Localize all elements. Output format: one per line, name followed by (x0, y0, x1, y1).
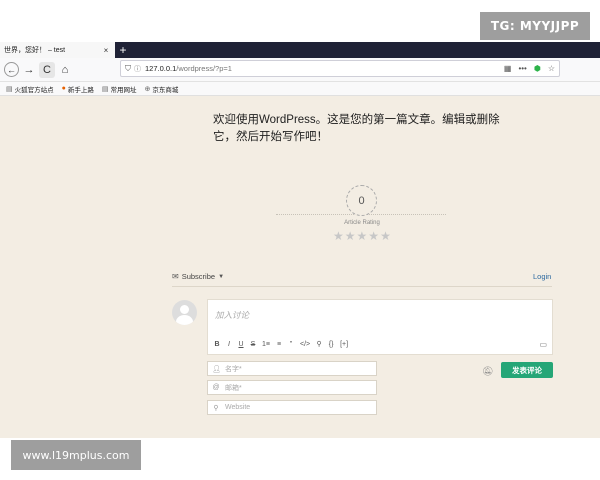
info-icon[interactable]: ⓘ (134, 64, 141, 74)
divider (172, 286, 552, 287)
notification-bell-icon[interactable]: 🔕︎ (482, 366, 493, 377)
watermark-bottom: www.l19mplus.com (11, 440, 141, 470)
bookmark-item[interactable]: ▤ 火狐官方站点 (6, 84, 54, 94)
spoiler-icon[interactable]: [+] (340, 341, 348, 348)
star-icon[interactable]: ★ (380, 230, 391, 242)
url-path: /wordpress/?p=1 (176, 64, 232, 73)
comment-editor[interactable]: 加入讨论 B I U S 1≡ ≡ ” </> ⚲ {} [+] ▭ (207, 299, 553, 355)
globe-icon: ⊕ (144, 85, 151, 93)
url-bar[interactable]: ⛉ ⓘ 127.0.0.1 /wordpress/?p=1 ▦ ••• ⬢ ☆ (120, 60, 560, 77)
email-field[interactable]: @ 邮箱* (207, 380, 377, 395)
qr-code-icon[interactable]: ▦ (504, 64, 512, 73)
url-host: 127.0.0.1 (145, 64, 177, 73)
rating-stars: ★ ★ ★ ★ ★ (333, 230, 391, 242)
star-icon[interactable]: ★ (345, 230, 356, 242)
ordered-list-icon[interactable]: 1≡ (262, 341, 270, 348)
browser-window: 世界，您好！ – test × + ← → C ⌂ ⛉ ⓘ 127.0.0.1 … (0, 42, 600, 438)
star-icon[interactable]: ★ (357, 230, 368, 242)
firefox-icon: ● (61, 85, 66, 92)
star-icon[interactable]: ★ (368, 230, 379, 242)
rating-value: 0 (346, 185, 377, 216)
code-block-icon[interactable]: {} (328, 341, 334, 348)
star-icon[interactable]: ★ (333, 230, 344, 242)
back-button[interactable]: ← (4, 62, 19, 77)
strikethrough-icon[interactable]: S (250, 341, 256, 348)
url-actions: ▦ ••• ⬢ ☆ (504, 64, 555, 73)
comment-placeholder: 加入讨论 (215, 310, 250, 320)
bookmark-item[interactable]: ▤ 常用网址 (102, 84, 137, 94)
website-placeholder: Website (225, 404, 251, 411)
bookmark-item[interactable]: ⊕ 京东商城 (144, 84, 178, 94)
avatar-body (176, 315, 193, 325)
post-headline: 欢迎使用WordPress。这是您的第一篇文章。编辑或删除它，然后开始写作吧！ (213, 114, 500, 143)
login-link[interactable]: Login (533, 272, 551, 281)
name-field[interactable]: 👤︎ 名字* (207, 361, 377, 376)
bold-icon[interactable]: B (214, 341, 220, 348)
bullet-list-icon[interactable]: ≡ (276, 341, 282, 348)
folder-icon: ▤ (101, 85, 109, 93)
email-placeholder: 邮箱* (225, 384, 242, 392)
tab-title: 世界，您好！ – test (4, 47, 66, 54)
image-upload-icon[interactable]: ▭ (539, 340, 547, 349)
subscribe-dropdown[interactable]: ✉ Subscribe ▼ (172, 272, 224, 281)
quote-icon[interactable]: ” (288, 341, 294, 348)
forward-button[interactable]: → (21, 62, 37, 78)
submit-comment-button[interactable]: 发表评论 (501, 362, 553, 378)
envelope-icon: ✉ (172, 272, 179, 281)
caret-down-icon: ▼ (218, 273, 225, 280)
bookmark-item[interactable]: ● 新手上路 (62, 84, 94, 94)
close-tab-icon[interactable]: × (101, 46, 111, 55)
link-icon[interactable]: ⚲ (316, 340, 322, 348)
page-content: 欢迎使用WordPress。这是您的第一篇文章。编辑或删除它，然后开始写作吧！ … (0, 96, 600, 438)
editor-toolbar: B I U S 1≡ ≡ ” </> ⚲ {} [+] (214, 340, 348, 349)
bookmark-star-icon[interactable]: ☆ (548, 64, 555, 73)
bookmark-label: 火狐官方站点 (14, 86, 54, 94)
home-button[interactable]: ⌂ (57, 62, 73, 78)
subscribe-label: Subscribe (181, 272, 216, 281)
watermark-top: TG: MYYJJPP (480, 12, 590, 40)
underline-icon[interactable]: U (238, 341, 244, 348)
website-field[interactable]: ⚲ Website (207, 400, 377, 415)
name-placeholder: 名字* (225, 365, 242, 373)
user-icon: 👤︎ (212, 365, 221, 373)
folder-icon: ▤ (6, 85, 13, 93)
shield-icon[interactable]: ⛉ (125, 64, 131, 74)
at-icon: @ (212, 384, 220, 391)
avatar (172, 300, 197, 325)
reload-button[interactable]: C (39, 61, 55, 78)
extension-icon[interactable]: ⬢ (534, 64, 541, 73)
bookmark-label: 常用网址 (110, 86, 137, 94)
code-icon[interactable]: </> (300, 341, 310, 348)
page-actions-icon[interactable]: ••• (518, 64, 526, 73)
bookmark-label: 新手上路 (67, 86, 94, 94)
bookmark-label: 京东商城 (152, 86, 179, 94)
avatar-head (180, 305, 189, 314)
tab-active[interactable]: 世界，您好！ – test × (0, 42, 115, 58)
new-tab-button[interactable]: + (115, 42, 131, 58)
bookmarks-bar: ▤ 火狐官方站点 ● 新手上路 ▤ 常用网址 ⊕ 京东商城 (0, 82, 600, 96)
link-icon: ⚲ (213, 404, 219, 412)
tab-bar: 世界，您好！ – test × + (0, 42, 600, 58)
rating-label: Article Rating (344, 220, 380, 226)
italic-icon[interactable]: I (226, 341, 232, 348)
